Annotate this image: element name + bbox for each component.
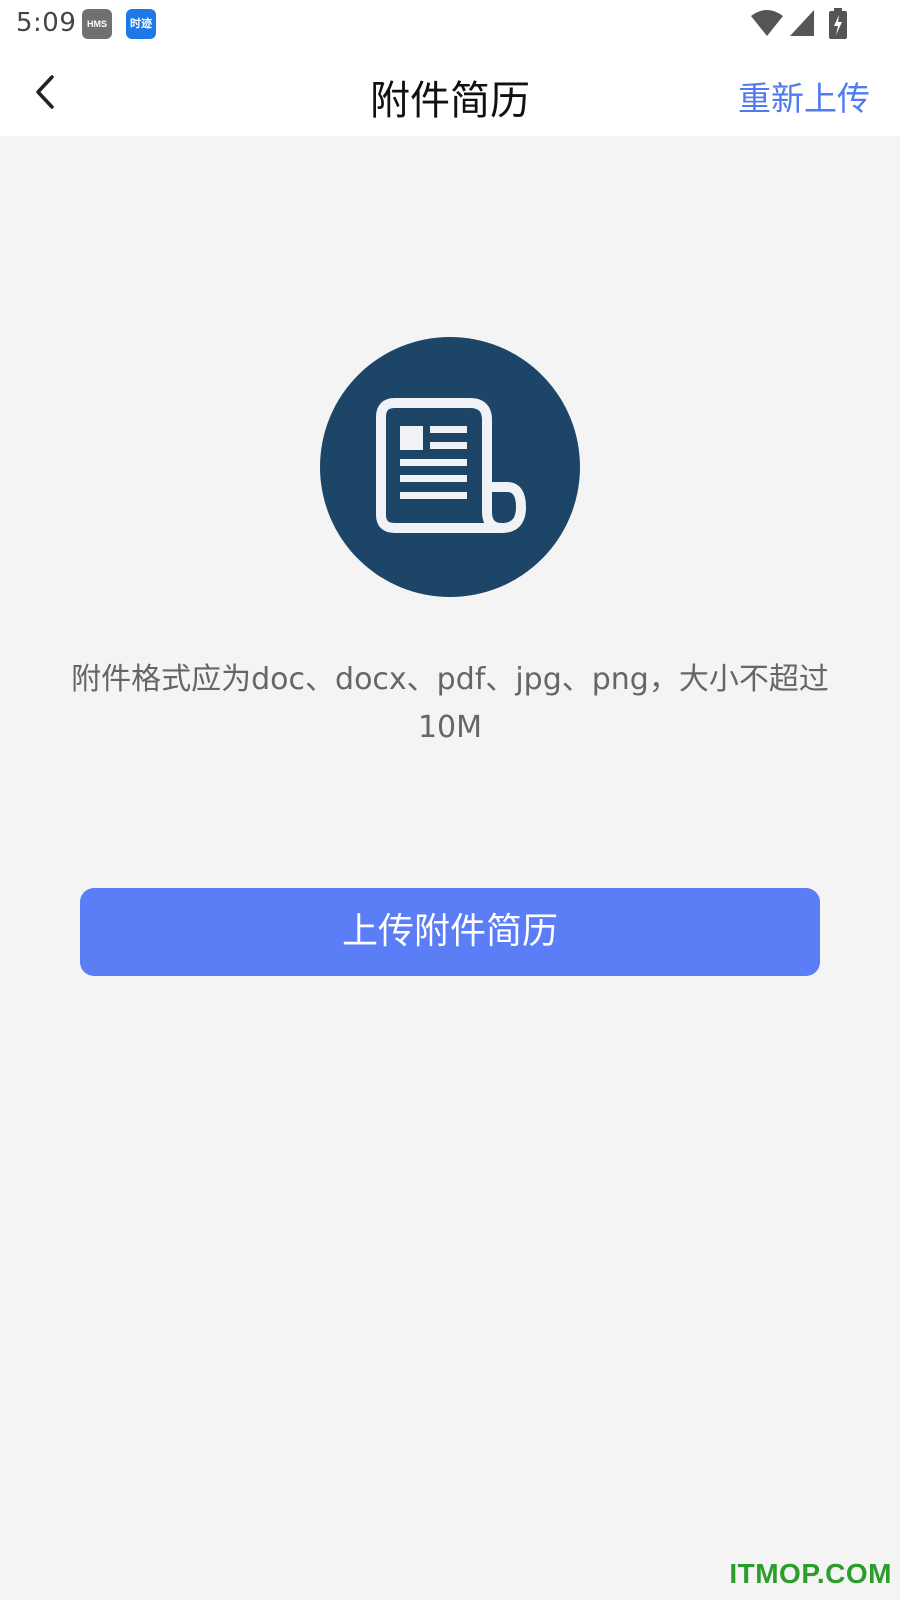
battery-charging-icon [829,8,847,39]
status-icons [750,8,860,40]
hms-badge-icon: HMS [82,9,112,39]
app-badge-icon: 时迹 [126,9,156,39]
chevron-left-icon [36,75,54,109]
wifi-icon [751,10,783,36]
format-hint-text: 附件格式应为doc、docx、pdf、jpg、png，大小不超过10M [71,662,829,745]
top-nav-bar: 附件简历 重新上传 [0,48,900,136]
back-button[interactable] [22,68,70,116]
watermark: ITMOP.COM [729,1558,892,1589]
upload-resume-button[interactable]: 上传附件简历 [80,888,820,976]
document-icon [376,398,526,533]
status-time: 5:09 [16,8,77,38]
status-bar: 5:09 HMS 时迹 [0,0,900,48]
document-illustration [320,337,580,597]
signal-icon [790,10,814,36]
reupload-button[interactable]: 重新上传 [738,72,870,120]
